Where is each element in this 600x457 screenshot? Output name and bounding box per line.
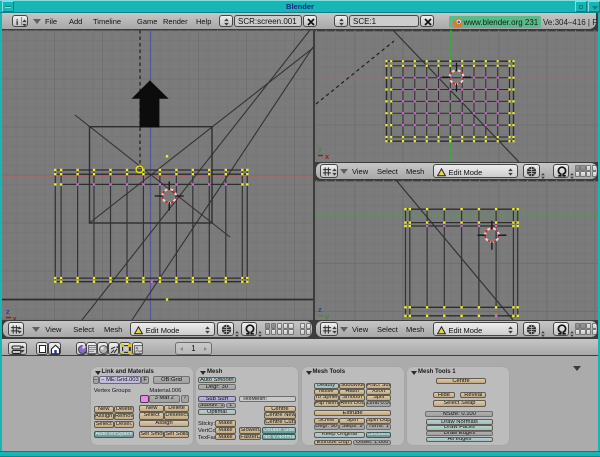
svg-text:z: z [318, 305, 322, 314]
svg-text:z: z [6, 307, 10, 316]
